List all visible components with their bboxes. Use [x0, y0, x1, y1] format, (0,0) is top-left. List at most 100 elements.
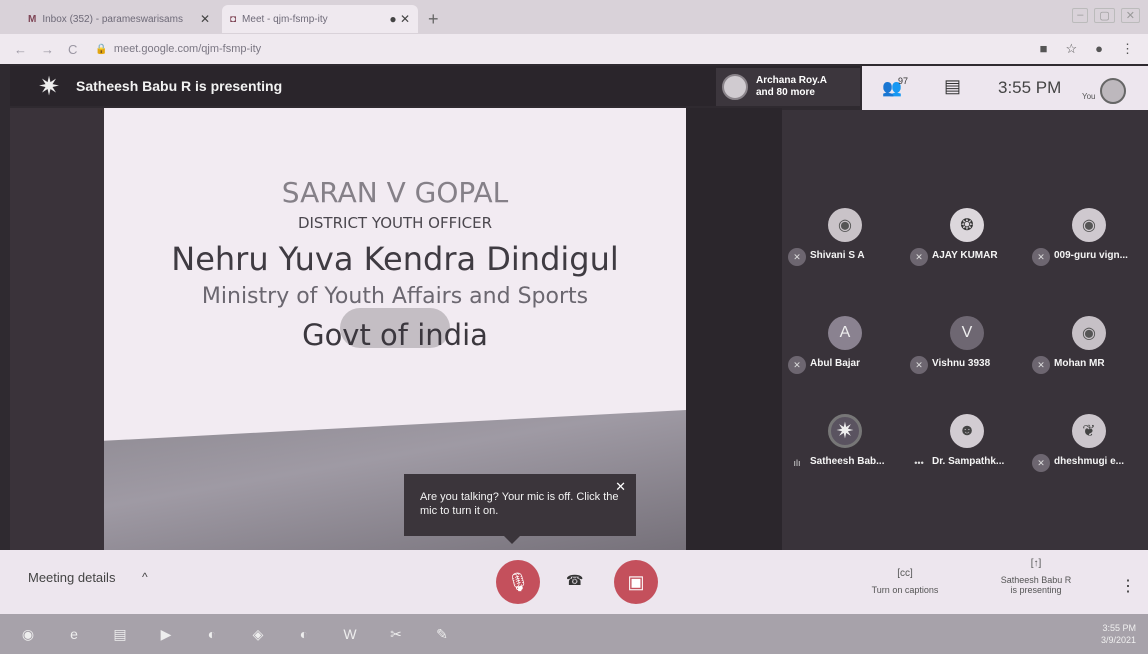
mic-off-icon: ✕ — [1032, 356, 1050, 374]
browser-tools: ■ ☆ ● ⋮ — [1040, 41, 1134, 57]
address-bar: ← → C 🔒 meet.google.com/qjm-fsmp-ity ■ ☆… — [0, 34, 1148, 64]
you-label: You — [1082, 92, 1096, 101]
system-tray[interactable]: 3:55 PM 3/9/2021 — [1101, 622, 1136, 646]
meet-controls-bar: Meeting details ^ 🎙 ☎ ▣ [cc] Turn on cap… — [0, 550, 1148, 614]
avatar: ◉ — [1072, 208, 1106, 242]
url-field[interactable]: 🔒 meet.google.com/qjm-fsmp-ity — [95, 43, 261, 55]
star-icon[interactable]: ☆ — [1065, 41, 1077, 57]
tooltip-text: Are you talking? Your mic is off. Click … — [420, 491, 619, 517]
forward-icon[interactable]: → — [41, 42, 54, 57]
tray-date: 3/9/2021 — [1100, 635, 1136, 645]
participant-name: Mohan MR — [1054, 358, 1105, 369]
avatar: ◉ — [1072, 316, 1106, 350]
slide-ministry: Ministry of Youth Affairs and Sports — [201, 284, 589, 309]
participant-name: AJAY KUMAR — [932, 250, 998, 261]
participant-name: dheshmugi e... — [1054, 456, 1125, 467]
participant-name: Dr. Sampathk... — [932, 456, 1005, 467]
avatar: ❦ — [1072, 414, 1106, 448]
audio-wave-icon: ılı — [793, 458, 801, 468]
slide-organisation: Nehru Yuva Kendra Dindigul — [171, 240, 619, 278]
tab-inbox[interactable]: M Inbox (352) - parameswarisams ✕ — [20, 5, 218, 33]
tab-label: Meet - qjm-fsmp-ity — [242, 13, 328, 25]
mic-off-icon: ✕ — [1032, 454, 1050, 472]
participant-summary[interactable]: Archana Roy.A and 80 more — [716, 68, 860, 106]
participant-tile[interactable]: ☻ ••• Dr. Sampathk... — [906, 408, 1028, 480]
avatar — [722, 74, 748, 100]
participant-tile[interactable]: ◉ ✕ Mohan MR — [1028, 310, 1148, 382]
mic-off-icon: 🎙 — [506, 571, 530, 592]
slide-margin-right — [686, 108, 782, 550]
windows-taskbar: ◉ e ▤ ▶ ◐ ◈ ◐ W ✂ ✎ 3:55 PM 3/9/2021 — [0, 614, 1148, 654]
participant-tile[interactable]: V ✕ Vishnu 3938 — [906, 310, 1028, 382]
presenting-button[interactable]: [↑] Satheesh Babu R is presenting — [990, 558, 1082, 595]
participant-tile[interactable]: ❦ ✕ dheshmugi e... — [1028, 408, 1148, 480]
close-icon[interactable]: ✕ — [200, 12, 210, 26]
pencil-icon[interactable]: ✎ — [424, 619, 460, 649]
mic-off-icon: ✕ — [788, 356, 806, 374]
slide-name: SARAN V GOPAL — [281, 176, 509, 209]
chevron-up-icon[interactable]: ^ — [142, 570, 148, 584]
participant-name: Satheesh Bab... — [810, 456, 885, 467]
chat-icon[interactable]: ▤ — [944, 76, 961, 97]
participant-name: Archana Roy.A — [756, 75, 827, 86]
ie-icon[interactable]: e — [56, 619, 92, 649]
lock-icon: 🔒 — [95, 43, 108, 55]
new-tab-button[interactable]: + — [428, 9, 439, 30]
word-icon[interactable]: W — [332, 619, 368, 649]
captions-button[interactable]: [cc] Turn on captions — [860, 568, 950, 595]
camera-off-icon: ▣ — [627, 571, 645, 592]
participant-tile[interactable]: ✷ ılı Satheesh Bab... — [784, 408, 906, 480]
snipping-icon[interactable]: ✂ — [378, 619, 414, 649]
meet-topbar: 👥 97 ▤ 3:55 PM You — [862, 66, 1148, 110]
participant-tile[interactable]: ◉ ✕ Shivani S A — [784, 202, 906, 274]
hang-up-button[interactable]: ☎ — [566, 572, 583, 589]
chrome-icon[interactable]: ◐ — [194, 619, 230, 649]
presenting-label-1: Satheesh Babu R — [1000, 575, 1072, 585]
menu-icon[interactable]: ⋮ — [1121, 41, 1134, 57]
mic-off-icon: ✕ — [788, 248, 806, 266]
more-options-icon[interactable]: ⋮ — [1120, 576, 1136, 596]
camera-icon[interactable]: ■ — [1040, 41, 1048, 57]
media-icon[interactable]: ▶ — [148, 619, 184, 649]
reload-icon[interactable]: C — [68, 42, 77, 57]
folder-icon[interactable]: ▤ — [102, 619, 138, 649]
browser-tabbar: M Inbox (352) - parameswarisams ✕ ◘ Meet… — [0, 0, 1148, 34]
meet-time: 3:55 PM — [998, 78, 1062, 97]
mic-toggle-button[interactable]: 🎙 — [496, 560, 540, 604]
captions-icon: [cc] — [897, 568, 913, 579]
window-controls[interactable]: – ▢ ✕ — [1072, 8, 1140, 23]
tab-meet[interactable]: ◘ Meet - qjm-fsmp-ity ● ✕ — [222, 5, 418, 33]
meet-icon: ◘ — [230, 13, 237, 25]
avatar[interactable] — [1100, 78, 1126, 104]
close-icon[interactable]: ● ✕ — [389, 12, 410, 26]
avatar: ◉ — [828, 208, 862, 242]
back-icon[interactable]: ← — [14, 42, 27, 57]
url-text: meet.google.com/qjm-fsmp-ity — [113, 43, 262, 55]
paint-icon[interactable]: ◈ — [240, 619, 276, 649]
participant-tile[interactable]: A ✕ Abul Bajar — [784, 310, 906, 382]
presenting-label-2: is presenting — [1010, 585, 1062, 595]
close-icon[interactable]: ✕ — [615, 480, 626, 494]
participant-name: Shivani S A — [810, 250, 865, 261]
participant-name: Vishnu 3938 — [932, 358, 991, 369]
tray-time: 3:55 PM — [1102, 623, 1136, 633]
participant-grid: ◉ ✕ Shivani S A ❂ ✕ AJAY KUMAR ◉ ✕ 009-g… — [782, 110, 1148, 550]
present-icon: [↑] — [1030, 558, 1042, 569]
meeting-details-button[interactable]: Meeting details — [28, 570, 115, 585]
tab-label: Inbox (352) - parameswarisams — [42, 13, 183, 25]
participant-tile[interactable]: ❂ ✕ AJAY KUMAR — [906, 202, 1028, 274]
slide-designation: DISTRICT YOUTH OFFICER — [297, 214, 493, 232]
participant-more: and 80 more — [756, 87, 815, 98]
gmail-icon: M — [28, 13, 37, 25]
people-count: 97 — [898, 76, 909, 86]
presenter-avatar-icon: ✷ — [828, 414, 862, 448]
chrome-icon[interactable]: ◐ — [286, 619, 322, 649]
profile-icon[interactable]: ● — [1095, 41, 1103, 57]
avatar: ☻ — [950, 414, 984, 448]
tooltip-arrow — [504, 536, 520, 544]
avatar: A — [828, 316, 862, 350]
participant-name: 009-guru vign... — [1054, 250, 1128, 261]
camera-toggle-button[interactable]: ▣ — [614, 560, 658, 604]
start-button-icon[interactable]: ◉ — [10, 619, 46, 649]
participant-tile[interactable]: ◉ ✕ 009-guru vign... — [1028, 202, 1148, 274]
